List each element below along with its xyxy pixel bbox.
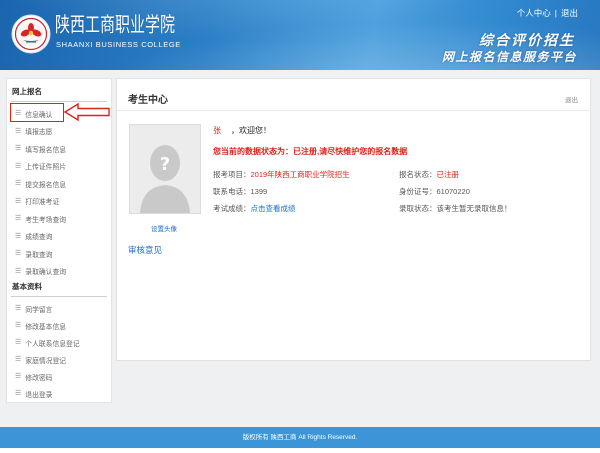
field-label: 报名状态： [399, 170, 437, 179]
main-panel: 考生中心 退出 ? 设置头像 审核意见 张 ，欢迎您！ 您当前的数据状态为：已注册… [116, 78, 591, 361]
svg-text:?: ? [160, 154, 170, 175]
sidebar-item-upload-photo[interactable]: ☰ 上传证件照片 [7, 158, 111, 176]
sidebar-item-admission-confirm[interactable]: ☰ 录取确认查询 [7, 263, 111, 281]
sidebar-item-contact-info[interactable]: ☰ 个人联系信息登记 [7, 334, 111, 351]
field-value-phone: 1399 [250, 187, 268, 196]
sidebar-item-fill-info[interactable]: ☰ 填写报名信息 [7, 140, 111, 158]
sidebar-list-online-registration: ☰ 信息确认 ☰ 填报志愿 ☰ 填写报名信息 ☰ 上传证件照片 ☰ 提交报名信息 ☰ 打印准… [7, 105, 111, 280]
field-phone: 联系电话：1399 [213, 186, 267, 197]
user-center-link[interactable]: 个人中心 [517, 8, 551, 18]
list-icon: ☰ [15, 145, 22, 153]
field-admission-status: 录取状态：该考生暂无录取信息！ [399, 203, 512, 214]
field-label: 身份证号： [399, 187, 437, 196]
page-title: 考生中心 [128, 95, 168, 106]
sidebar-item-label: 上传证件照片 [25, 164, 67, 172]
title-divider [117, 110, 590, 111]
status-notice: 您当前的数据状态为：已注册,请尽快维护您的报名数据 [213, 147, 408, 156]
sidebar-list-basic-info: ☰ 同学留言 ☰ 修改基本信息 ☰ 个人联系信息登记 ☰ 家庭情况登记 ☰ 修改密码 ☰ 退… [7, 300, 111, 402]
list-icon: ☰ [15, 356, 22, 363]
welcome-message: 张 ，欢迎您！ [213, 125, 271, 136]
sidebar-item-label: 个人联系信息登记 [25, 340, 80, 348]
field-exam-project: 报考项目：2019年陕西工商职业学院招生 [213, 169, 350, 180]
field-exam-score: 考试成绩：点击查看成绩 [213, 203, 296, 214]
panel-logout-link[interactable]: 退出 [565, 94, 578, 104]
sidebar-item-message[interactable]: ☰ 同学留言 [7, 300, 111, 317]
sidebar-item-score-query[interactable]: ☰ 成绩查询 [7, 228, 111, 246]
sidebar-item-admission-query[interactable]: ☰ 录取查询 [7, 245, 111, 263]
sidebar-item-label: 提交报名信息 [25, 181, 67, 189]
list-icon: ☰ [15, 339, 22, 346]
site-footer: 版权所有 陕西工商 All Rights Reserved. [0, 427, 600, 448]
sidebar-item-label: 录取确认查询 [25, 269, 67, 277]
sidebar-item-label: 打印准考证 [25, 199, 60, 207]
field-id-number: 身份证号：61070220 [399, 186, 470, 197]
list-icon: ☰ [15, 267, 22, 275]
field-label: 联系电话： [213, 187, 251, 196]
sidebar-item-label: 填报志愿 [25, 129, 53, 137]
sidebar-item-change-password[interactable]: ☰ 修改密码 [7, 368, 111, 385]
list-icon: ☰ [15, 322, 22, 329]
list-icon: ☰ [15, 162, 22, 170]
field-label: 考试成绩： [213, 204, 251, 213]
avatar-placeholder-icon: ? [130, 125, 200, 213]
sidebar-item-label: 退出登录 [25, 391, 53, 399]
user-name: 张 [213, 126, 221, 135]
view-score-link[interactable]: 点击查看成绩 [251, 204, 296, 213]
list-icon: ☰ [15, 215, 22, 223]
field-value-registration-status: 已注册 [436, 170, 460, 179]
sidebar-section-title-basic-info: 基本资料 [11, 280, 107, 297]
field-registration-status: 报名状态：已注册 [399, 169, 459, 180]
field-value-id-number: 61070220 [436, 187, 470, 196]
list-icon: ☰ [15, 180, 22, 188]
sidebar-section-title-online-registration: 网上报名 [11, 85, 107, 102]
sidebar-item-submit-info[interactable]: ☰ 提交报名信息 [7, 175, 111, 193]
sidebar-item-print-ticket[interactable]: ☰ 打印准考证 [7, 193, 111, 211]
college-name-en: SHAANXI BUSINESS COLLEGE [56, 40, 181, 49]
list-icon: ☰ [15, 197, 22, 205]
avatar[interactable]: ? [129, 124, 201, 214]
list-icon: ☰ [15, 232, 22, 240]
red-arrow-icon [63, 102, 110, 122]
list-icon: ☰ [15, 127, 22, 135]
header-logout-link[interactable]: 退出 [561, 8, 578, 18]
slogan-line-2: 网上报名信息服务平台 [441, 50, 577, 64]
highlight-box [10, 103, 64, 122]
field-value-admission-status: 该考生暂无录取信息！ [436, 204, 512, 213]
sidebar-item-label: 修改基本信息 [25, 323, 67, 331]
site-header: 陕西工商职业学院 SHAANXI BUSINESS COLLEGE 个人中心 | 退… [0, 0, 600, 70]
sidebar-item-label: 考生考场查询 [25, 216, 67, 224]
field-label: 录取状态： [399, 204, 437, 213]
sidebar-item-label: 录取查询 [25, 251, 53, 259]
list-icon: ☰ [15, 305, 22, 312]
college-name-cn: 陕西工商职业学院 [55, 12, 176, 37]
review-opinion-link[interactable]: 审核意见 [128, 244, 162, 256]
list-icon: ☰ [15, 373, 22, 380]
sidebar-item-label: 修改密码 [25, 374, 53, 382]
field-value-exam-project: 2019年陕西工商职业学院招生 [250, 170, 350, 179]
sidebar-item-edit-basic-info[interactable]: ☰ 修改基本信息 [7, 317, 111, 334]
copyright-text: 版权所有 陕西工商 All Rights Reserved. [242, 434, 358, 441]
college-emblem-icon [11, 14, 51, 54]
sidebar-item-label: 家庭情况登记 [25, 357, 67, 365]
welcome-text: ，欢迎您！ [231, 126, 271, 135]
field-label: 报考项目： [213, 170, 251, 179]
list-icon: ☰ [15, 250, 22, 258]
sidebar-item-exam-room[interactable]: ☰ 考生考场查询 [7, 210, 111, 228]
sidebar-item-label: 同学留言 [25, 306, 53, 314]
sidebar-item-label: 成绩查询 [25, 234, 53, 242]
sidebar-item-label: 填写报名信息 [25, 146, 67, 154]
list-icon: ☰ [15, 390, 22, 397]
slogan-line-1: 综合评价招生 [479, 33, 575, 49]
link-separator: | [554, 8, 557, 18]
set-avatar-link[interactable]: 设置头像 [151, 223, 177, 233]
sidebar-item-fill-wishes[interactable]: ☰ 填报志愿 [7, 123, 111, 141]
sidebar-item-sign-out[interactable]: ☰ 退出登录 [7, 385, 111, 402]
sidebar-item-family-info[interactable]: ☰ 家庭情况登记 [7, 351, 111, 368]
user-links: 个人中心 | 退出 [517, 7, 578, 19]
sidebar: 网上报名 ☰ 信息确认 ☰ 填报志愿 ☰ 填写报名信息 ☰ 上传证件照片 ☰ 提交报名信息… [6, 78, 112, 403]
